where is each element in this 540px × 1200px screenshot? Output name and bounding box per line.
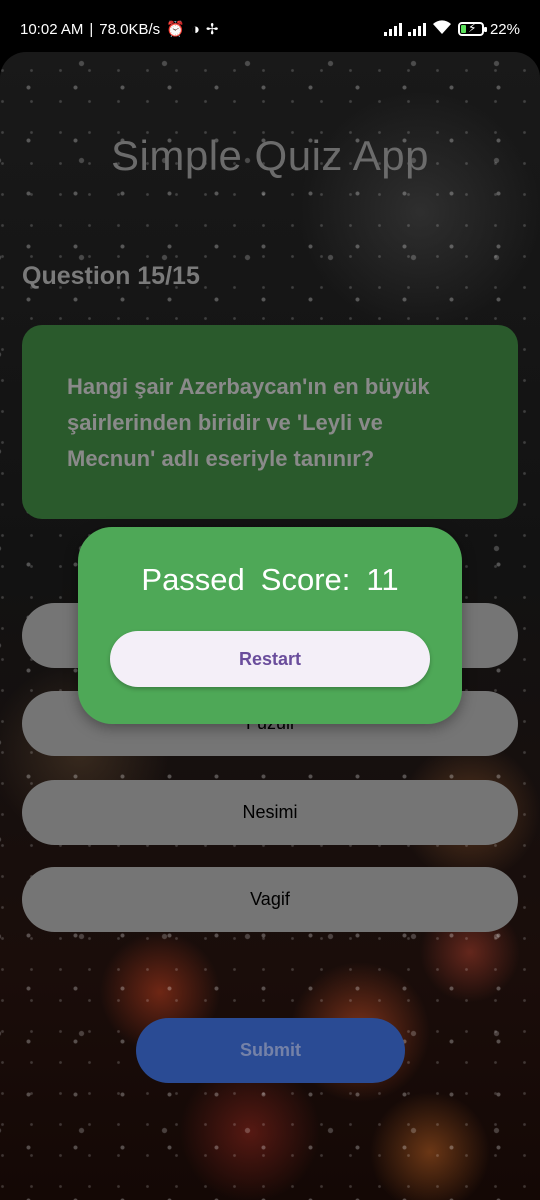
signal-icon xyxy=(407,22,426,36)
alarm-icon: ⏰ xyxy=(166,20,185,38)
result-text: Passed Score: 11 xyxy=(78,562,462,598)
restart-button[interactable]: Restart xyxy=(110,631,430,687)
status-bar: 10:02 AM | 78.0KB/s ⏰ ◑ ✢ ⚡ 22% xyxy=(0,0,540,58)
question-card: Hangi şair Azerbaycan'ın en büyük şairle… xyxy=(22,325,518,519)
vpn-icon: ◑ xyxy=(190,20,200,38)
result-status: Passed xyxy=(141,562,245,597)
result-dialog: Passed Score: 11 Restart xyxy=(78,527,462,724)
answer-option-3[interactable]: Nesimi xyxy=(22,780,518,845)
signal-icon xyxy=(383,22,402,36)
wifi-icon xyxy=(432,20,452,38)
network-speed: 78.0KB/s xyxy=(99,20,161,38)
question-text: Hangi şair Azerbaycan'ın en büyük şairle… xyxy=(67,374,430,471)
app-title: Simple Quiz App xyxy=(111,132,429,179)
status-separator: | xyxy=(89,20,94,38)
battery-charging-icon: ⚡ xyxy=(457,21,487,36)
battery-percent: 22% xyxy=(489,20,520,38)
question-counter: Question 15/15 xyxy=(22,262,200,290)
fan-icon: ✢ xyxy=(205,20,219,38)
status-bar-right: ⚡ 22% xyxy=(383,20,520,38)
answer-option-4[interactable]: Vagif xyxy=(22,867,518,932)
submit-button[interactable]: Submit xyxy=(136,1018,405,1083)
status-bar-left: 10:02 AM | 78.0KB/s ⏰ ◑ ✢ xyxy=(20,21,219,38)
score-value: 11 xyxy=(366,562,399,597)
status-time: 10:02 AM xyxy=(20,20,84,38)
answer-option-label: Vagif xyxy=(250,889,290,909)
answer-option-label: Nesimi xyxy=(242,802,298,822)
score-label: Score: xyxy=(260,562,351,597)
